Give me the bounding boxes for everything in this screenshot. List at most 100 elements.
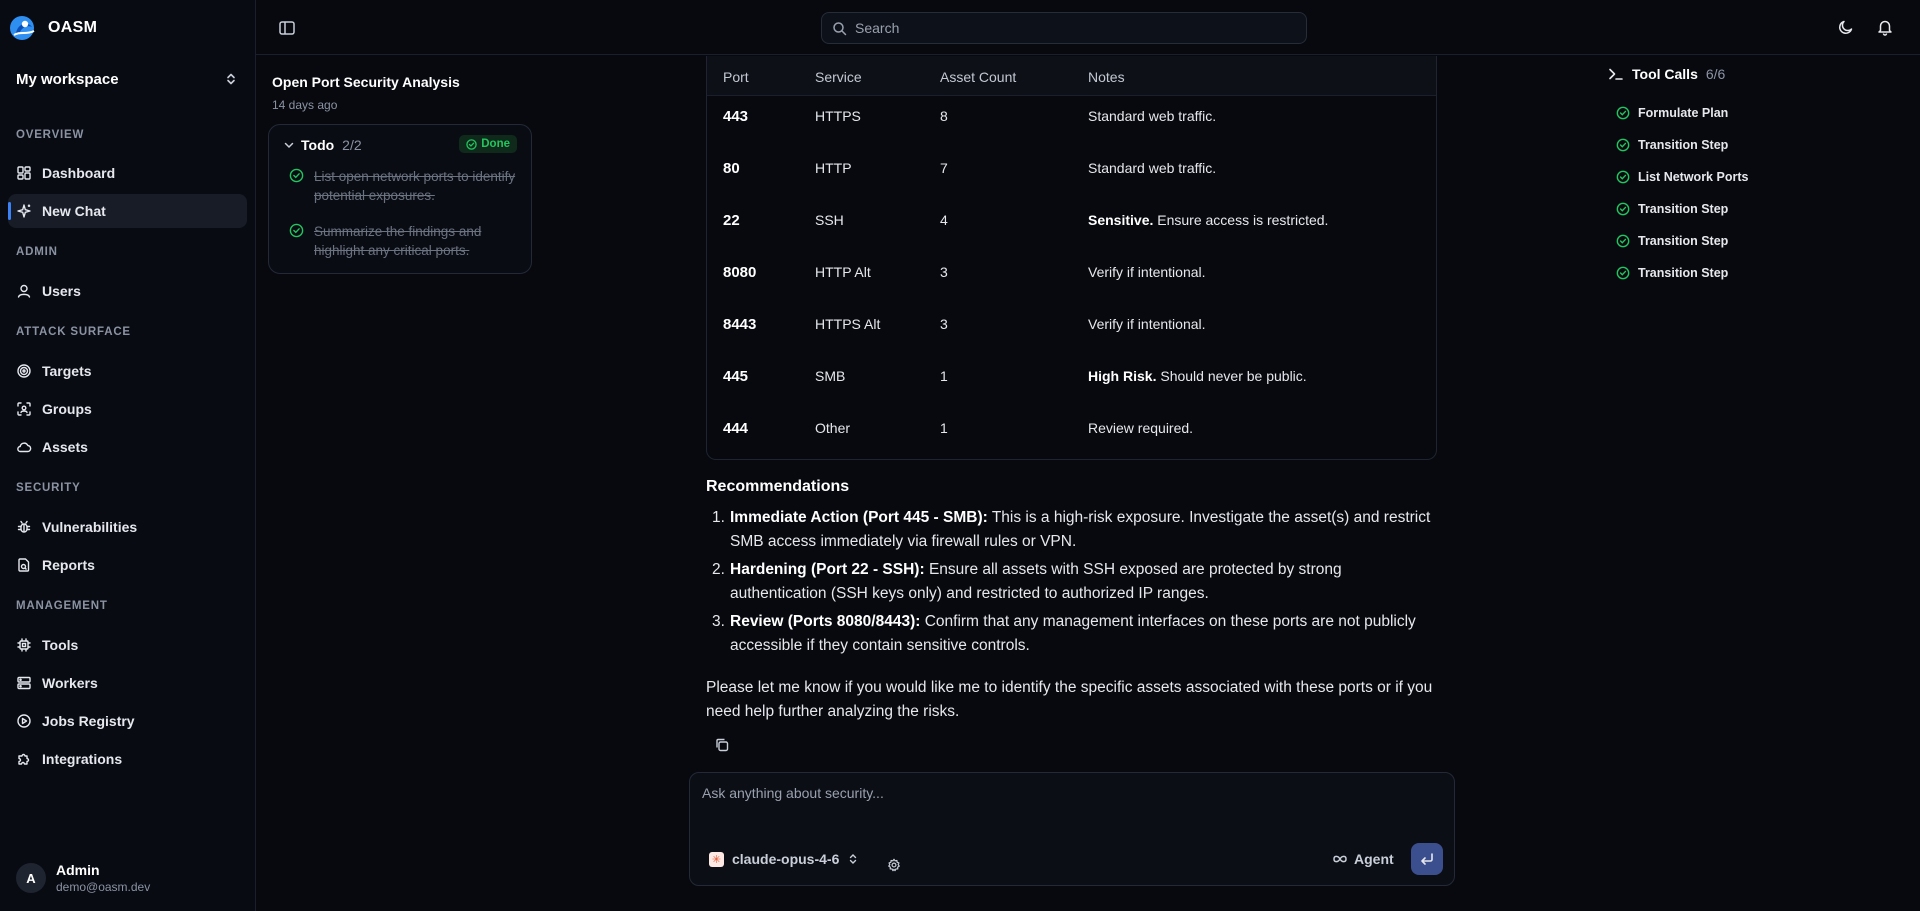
cell-notes: Sensitive. Ensure access is restricted. <box>1088 212 1328 228</box>
model-selector[interactable]: ✳ claude-opus-4-6 <box>709 851 859 867</box>
column-header-port: Port <box>723 69 749 85</box>
tool-call-item[interactable]: Transition Step <box>1616 202 1728 216</box>
list-item-heading: Hardening (Port 22 - SSH): <box>730 561 925 578</box>
workspace-label: My workspace <box>16 70 119 88</box>
sparkles-icon <box>17 204 31 218</box>
avatar: A <box>16 863 46 893</box>
nav-section-overview: OVERVIEW <box>16 129 85 141</box>
todo-header[interactable]: Todo 2/2 <box>283 137 362 153</box>
user-info: Admin demo@oasm.dev <box>56 862 150 894</box>
sidebar-item-label: Groups <box>42 401 92 417</box>
cell-notes: Verify if intentional. <box>1088 316 1206 332</box>
tool-call-item[interactable]: Formulate Plan <box>1616 106 1728 120</box>
tool-call-item[interactable]: Transition Step <box>1616 234 1728 248</box>
cell-notes: Standard web traffic. <box>1088 160 1216 176</box>
sidebar-item-assets[interactable]: Assets <box>8 430 247 464</box>
cell-service: SSH <box>815 212 844 228</box>
send-button[interactable] <box>1411 843 1443 875</box>
todo-item[interactable]: Summarize the findings and highlight any… <box>289 222 519 260</box>
moon-icon[interactable] <box>1837 18 1855 36</box>
report-icon <box>18 558 30 572</box>
sidebar-item-reports[interactable]: Reports <box>8 548 247 582</box>
check-circle-icon <box>1616 138 1630 152</box>
nav-section-security: SECURITY <box>16 482 81 494</box>
recommendations-list: 1. Immediate Action (Port 445 - SMB): Thi… <box>706 506 1436 662</box>
search-bar[interactable] <box>821 12 1307 44</box>
user-icon <box>17 284 31 298</box>
tool-call-item[interactable]: Transition Step <box>1616 138 1728 152</box>
top-bar <box>256 0 1920 55</box>
app-logo[interactable]: OASM <box>8 14 97 42</box>
tool-call-label: Transition Step <box>1638 138 1729 152</box>
closing-message: Please let me know if you would like me … <box>706 679 1433 720</box>
user-profile[interactable]: A Admin demo@oasm.dev <box>16 862 150 894</box>
check-circle-icon <box>1616 266 1630 280</box>
enter-icon <box>1421 853 1433 865</box>
sidebar-item-label: Users <box>42 283 81 299</box>
tool-call-item[interactable]: List Network Ports <box>1616 170 1748 184</box>
cell-notes: Standard web traffic. <box>1088 108 1216 124</box>
sidebar-item-integrations[interactable]: Integrations <box>8 742 247 776</box>
sidebar-item-dashboard[interactable]: Dashboard <box>8 156 247 190</box>
model-name: claude-opus-4-6 <box>732 851 840 867</box>
tool-call-label: Formulate Plan <box>1638 106 1729 120</box>
tool-call-label: Transition Step <box>1638 266 1729 280</box>
cell-notes-text: Verify if intentional. <box>1088 316 1206 332</box>
sidebar-item-jobs-registry[interactable]: Jobs Registry <box>8 704 247 738</box>
cell-notes-text: Verify if intentional. <box>1088 264 1206 280</box>
agent-mode-label: Agent <box>1354 851 1394 867</box>
cell-service: HTTP <box>815 160 852 176</box>
check-circle-icon <box>1616 170 1630 184</box>
todo-item[interactable]: List open network ports to identify pote… <box>289 167 519 205</box>
cell-port: 8080 <box>723 264 757 281</box>
cell-notes-emphasis: Sensitive. <box>1088 212 1154 228</box>
status-badge: Done <box>459 135 517 153</box>
chat-input[interactable] <box>702 785 1442 825</box>
sidebar-item-tools[interactable]: Tools <box>8 628 247 662</box>
agent-mode-toggle[interactable]: Agent <box>1332 851 1394 867</box>
sidebar-item-groups[interactable]: Groups <box>8 392 247 426</box>
search-input[interactable] <box>855 20 1295 36</box>
sidebar-item-new-chat[interactable]: New Chat <box>8 194 247 228</box>
terminal-icon <box>1609 68 1623 80</box>
cell-service: Other <box>815 420 851 436</box>
list-item: 2. Hardening (Port 22 - SSH): Ensure all … <box>706 558 1436 606</box>
status-badge-label: Done <box>481 138 510 150</box>
gear-icon[interactable] <box>887 858 901 872</box>
sidebar-item-workers[interactable]: Workers <box>8 666 247 700</box>
nav-section-attack-surface: ATTACK SURFACE <box>16 326 131 338</box>
column-header-asset-count: Asset Count <box>940 69 1017 85</box>
check-circle-icon <box>1616 202 1630 216</box>
tool-calls-label: Tool Calls <box>1632 66 1698 82</box>
sidebar-item-users[interactable]: Users <box>8 274 247 308</box>
tool-call-item[interactable]: Transition Step <box>1616 266 1728 280</box>
thread-title[interactable]: Open Port Security Analysis <box>272 74 460 90</box>
cell-asset-count: 4 <box>940 212 948 228</box>
cloud-icon <box>17 442 32 453</box>
anthropic-logo-icon: ✳ <box>709 851 724 867</box>
list-item-number: 1. <box>712 509 725 526</box>
sidebar-item-vulnerabilities[interactable]: Vulnerabilities <box>8 510 247 544</box>
user-email: demo@oasm.dev <box>56 880 151 894</box>
todo-count: 2/2 <box>342 137 362 153</box>
copy-icon[interactable] <box>714 737 730 753</box>
todo-item-text: Summarize the findings and highlight any… <box>314 224 482 258</box>
tool-calls-header[interactable]: Tool Calls 6/6 <box>1608 66 1725 82</box>
tool-calls-count: 6/6 <box>1705 66 1726 82</box>
bell-icon[interactable] <box>1876 18 1894 36</box>
chevron-down-icon <box>284 142 294 149</box>
chevron-up-down-icon <box>227 73 235 85</box>
cell-notes-text: Ensure access is restricted. <box>1153 212 1329 228</box>
sidebar-item-targets[interactable]: Targets <box>8 354 247 388</box>
nav-section-admin: ADMIN <box>16 246 58 258</box>
sidebar-item-label: Workers <box>42 675 98 691</box>
cell-notes-emphasis: High Risk. <box>1088 368 1157 384</box>
sidebar-toggle-icon[interactable] <box>278 19 296 37</box>
cell-notes: Verify if intentional. <box>1088 264 1206 280</box>
cell-asset-count: 8 <box>940 108 948 124</box>
workspace-switcher[interactable]: My workspace <box>16 66 238 92</box>
cell-asset-count: 1 <box>940 420 948 436</box>
infinity-icon <box>1333 855 1347 863</box>
check-circle-icon <box>289 223 304 238</box>
check-circle-icon <box>1616 106 1630 120</box>
